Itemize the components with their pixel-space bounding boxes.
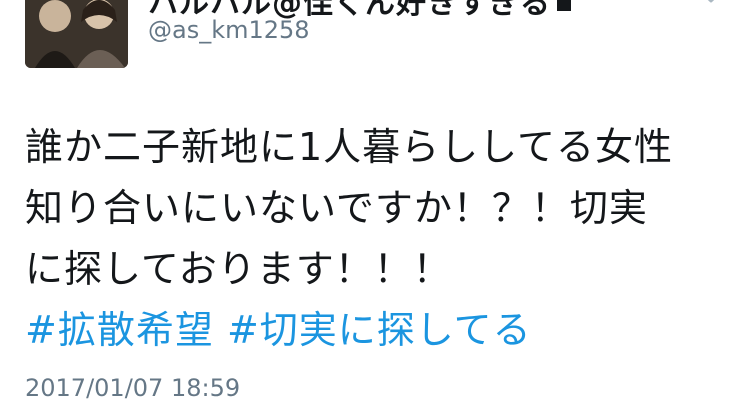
tweet-card: ハルハル@佳くん好きすぎる @as_km1258 誰か二子新地に1人暮らししてる… — [0, 0, 750, 416]
tweet-timestamp[interactable]: 2017/01/07 18:59 — [25, 374, 240, 402]
author-handle[interactable]: @as_km1258 — [148, 16, 310, 44]
hashtag-link-1[interactable]: #拡散希望 — [25, 308, 214, 352]
hashtag-link-2[interactable]: #切実に探してる — [227, 308, 532, 352]
avatar[interactable] — [25, 0, 128, 68]
tweet-hashtags: #拡散希望 #切実に探してる — [25, 300, 725, 361]
chevron-down-icon[interactable] — [696, 0, 726, 6]
avatar-image — [25, 0, 128, 68]
tweet-text-line-2: 知り合いにいないですか！？！切実 — [25, 186, 648, 230]
tweet-text-line-1: 誰か二子新地に1人暮らししてる女性 — [25, 125, 674, 169]
lock-icon — [557, 0, 571, 11]
tweet-body: 誰か二子新地に1人暮らししてる女性 知り合いにいないですか！？！切実 に探してお… — [25, 117, 725, 361]
tweet-text-line-3: に探しております！！！ — [25, 247, 452, 291]
